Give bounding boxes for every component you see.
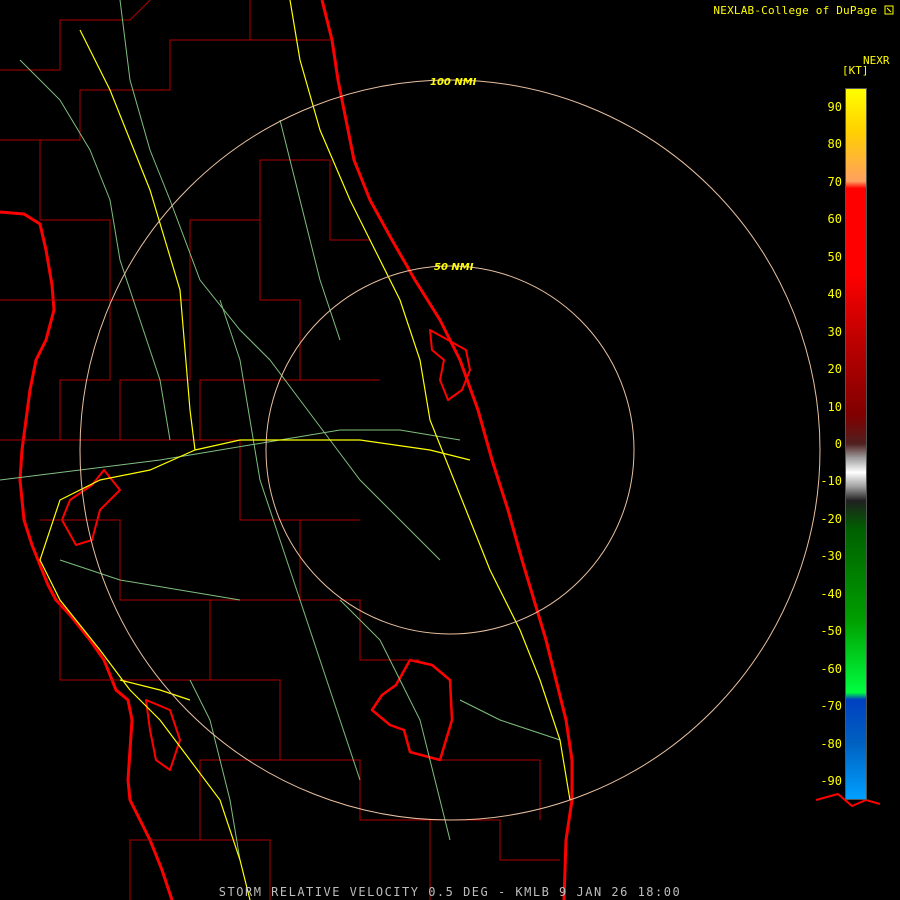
colorbar-tick-label: 60: [827, 212, 842, 227]
colorbar-tick-label: -30: [820, 549, 842, 564]
colorbar-tick-label: 90: [827, 99, 842, 114]
cod-logo-icon: [884, 4, 894, 17]
credit-banner: NEXLAB-College of DuPage: [713, 4, 894, 17]
credit-text: NEXLAB-College of DuPage: [713, 4, 878, 17]
velocity-colorbar: [845, 88, 867, 800]
colorbar-tick-label: -70: [820, 699, 842, 714]
colorbar-tick-label: -80: [820, 736, 842, 751]
range-ring-100: [79, 79, 821, 821]
colorbar-tick-label: 80: [827, 137, 842, 152]
colorbar-tick-label: -50: [820, 624, 842, 639]
colorbar-tick-label: -20: [820, 511, 842, 526]
colorbar-tick-label: 20: [827, 362, 842, 377]
range-rings: [79, 79, 821, 821]
colorbar-tick-label: 0: [834, 437, 842, 451]
colorbar-tick-label: -90: [820, 774, 842, 789]
radar-map: 50 NMI 100 NMI: [0, 0, 881, 900]
colorbar-tick-label: -40: [820, 586, 842, 601]
product-caption: STORM RELATIVE VELOCITY 0.5 DEG - KMLB 9…: [218, 885, 682, 899]
colorbar-tick-label: 30: [827, 324, 842, 339]
colorbar-tick-label: 70: [827, 174, 842, 189]
range-ring-label-100: 100 NMI: [430, 77, 477, 88]
colorbar-tick-label: 40: [827, 287, 842, 302]
range-ring-50: [265, 265, 635, 635]
coastline: [0, 0, 881, 900]
colorbar-tick-label: -60: [820, 661, 842, 676]
colorbar-tick-label: 50: [827, 249, 842, 264]
legend-unit: [KT]: [842, 64, 869, 77]
range-ring-label-50: 50 NMI: [434, 262, 474, 273]
colorbar-tick-label: -10: [820, 474, 842, 489]
county-lines: [0, 0, 560, 900]
colorbar-tick-label: 10: [827, 399, 842, 414]
